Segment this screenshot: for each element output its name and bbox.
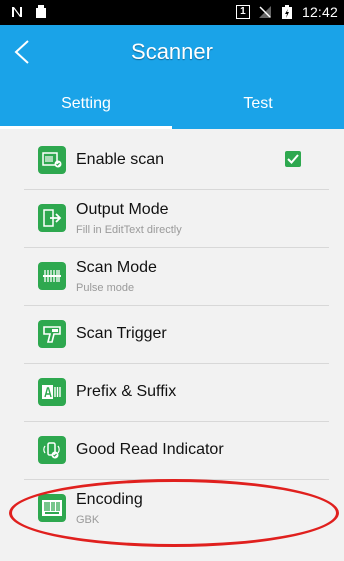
setting-scan-mode[interactable]: Scan Mode Pulse mode [24, 248, 329, 306]
settings-list: Enable scan Output Mode Fill in EditText… [24, 132, 329, 537]
tab-test[interactable]: Test [172, 79, 344, 129]
tab-setting[interactable]: Setting [0, 79, 172, 129]
sim-slot-icon: 1 [235, 5, 250, 19]
page-title: Scanner [131, 39, 213, 64]
clock: 12:42 [301, 4, 338, 20]
setting-label: Output Mode [76, 201, 169, 218]
setting-label: Scan Trigger [76, 325, 167, 342]
setting-enable-scan[interactable]: Enable scan [24, 132, 329, 190]
setting-scan-trigger[interactable]: Scan Trigger [24, 306, 329, 364]
prefix-suffix-icon [38, 378, 66, 406]
output-arrow-icon [38, 204, 66, 232]
setting-label: Prefix & Suffix [76, 383, 177, 400]
scanner-trigger-icon [38, 320, 66, 348]
scan-mode-icon [38, 262, 66, 290]
notification-icon [34, 5, 48, 19]
barcode-scan-icon [38, 146, 66, 174]
no-signal-icon [258, 5, 272, 19]
setting-prefix-suffix[interactable]: Prefix & Suffix [24, 364, 329, 422]
setting-label: Encoding [76, 491, 143, 508]
setting-output-mode[interactable]: Output Mode Fill in EditText directly [24, 190, 329, 248]
setting-label: Scan Mode [76, 259, 157, 276]
nfc-icon [10, 5, 24, 19]
setting-value: GBK [76, 514, 100, 526]
setting-label: Enable scan [76, 151, 165, 168]
setting-value: Fill in EditText directly [76, 224, 182, 236]
status-bar: 1 12:42 [0, 0, 344, 25]
setting-encoding[interactable]: Encoding GBK [24, 480, 329, 537]
app-bar: Scanner [0, 25, 344, 79]
barcode-encoding-icon [38, 494, 66, 522]
tab-bar: Setting Test [0, 79, 344, 129]
enable-scan-checkbox[interactable] [285, 151, 301, 167]
setting-good-read-indicator[interactable]: Good Read Indicator [24, 422, 329, 480]
battery-icon [280, 5, 294, 19]
good-read-indicator-icon [38, 436, 66, 464]
setting-value: Pulse mode [76, 282, 135, 294]
setting-label: Good Read Indicator [76, 441, 224, 458]
